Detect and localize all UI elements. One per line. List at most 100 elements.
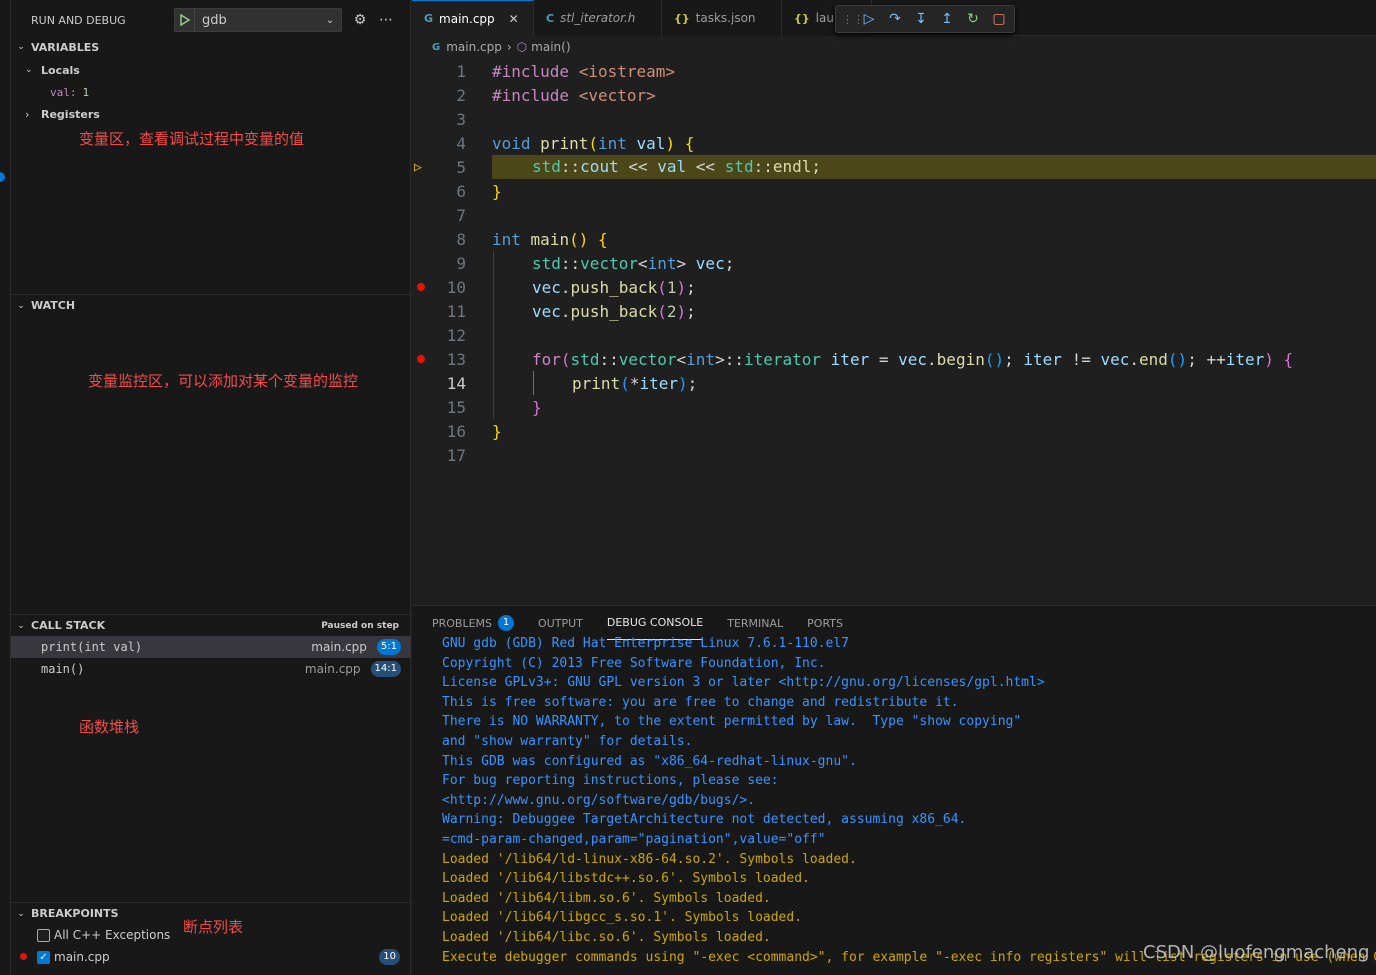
code-line: 4 void print(int val) {: [412, 131, 1376, 155]
callstack-frame[interactable]: main() main.cpp 14:1: [11, 658, 411, 680]
chevron-down-icon: ⌄: [17, 908, 25, 919]
drag-handle-icon[interactable]: ⋮⋮: [842, 13, 864, 26]
tab-ports[interactable]: PORTS: [807, 606, 843, 640]
code-line: 13 for(std::vector<int>::iterator iter = …: [412, 347, 1376, 371]
line-number-current: 14: [446, 373, 466, 393]
json-file-icon: {}: [674, 11, 690, 25]
breakpoint-dot-icon[interactable]: [417, 355, 425, 363]
console-line: Loaded '/lib64/libm.so.6'. Symbols loade…: [442, 890, 771, 906]
console-line: For bug reporting instructions, please s…: [442, 773, 779, 789]
stop-icon[interactable]: ▢: [986, 11, 1012, 27]
activity-bar: [0, 0, 11, 975]
cpp-file-icon: G: [432, 41, 441, 53]
code-line: 3: [412, 107, 1376, 131]
chevron-down-icon[interactable]: ⌄: [319, 15, 341, 26]
step-over-icon[interactable]: ↷: [882, 11, 908, 27]
function-symbol-icon: ⬡: [516, 40, 528, 54]
activity-indicator-icon: [0, 172, 5, 182]
watermark: CSDN @luofengmacheng: [1143, 942, 1370, 963]
problems-count-badge: 1: [498, 615, 515, 631]
checkbox-checked[interactable]: ✓: [37, 950, 50, 964]
line-number: 8: [456, 229, 466, 249]
indent-guide: [493, 251, 494, 419]
console-line: Loaded '/lib64/libgcc_s.so.1'. Symbols l…: [442, 910, 803, 926]
callstack-frame[interactable]: print(int val) main.cpp 5:1: [11, 636, 411, 658]
more-actions-icon[interactable]: ⋯: [373, 12, 399, 28]
breakpoint-count-badge: 10: [379, 949, 400, 965]
code-line: 8 int main() {: [412, 227, 1376, 251]
step-into-icon[interactable]: ↧: [908, 11, 934, 27]
line-number: 2: [456, 85, 466, 105]
chevron-right-icon: ›: [25, 107, 30, 121]
callstack-title: CALL STACK: [31, 619, 106, 632]
code-line: 12: [412, 323, 1376, 347]
continue-icon[interactable]: ▷: [856, 11, 882, 27]
watch-section-header[interactable]: ⌄ WATCH: [11, 294, 411, 316]
variable-name: val:: [50, 85, 77, 99]
debug-console-output[interactable]: GNU gdb (GDB) Red Hat Enterprise Linux 7…: [442, 636, 1376, 969]
callstack-annotation: 函数堆栈: [79, 718, 140, 736]
console-line: Loaded '/lib64/ld-linux-x86-64.so.2'. Sy…: [442, 851, 857, 867]
json-file-icon: {}: [794, 11, 810, 25]
tab-main-cpp[interactable]: G main.cpp ✕: [412, 0, 534, 36]
console-line: <http://www.gnu.org/software/gdb/bugs/>.: [442, 792, 756, 808]
checkbox[interactable]: [37, 928, 50, 942]
bottom-panel: PROBLEMS 1 OUTPUT DEBUG CONSOLE TERMINAL …: [412, 605, 1376, 975]
tab-stl-iterator[interactable]: C stl_iterator.h: [534, 0, 662, 36]
code-line: 6}: [412, 179, 1376, 203]
tab-output[interactable]: OUTPUT: [538, 606, 583, 640]
tab-problems[interactable]: PROBLEMS 1: [432, 606, 515, 640]
start-debugging-icon[interactable]: [175, 9, 195, 31]
breadcrumb-file[interactable]: main.cpp: [446, 40, 502, 54]
panel-tabs: PROBLEMS 1 OUTPUT DEBUG CONSOLE TERMINAL …: [412, 606, 1376, 640]
gear-icon[interactable]: ⚙: [347, 12, 373, 28]
c-header-file-icon: C: [546, 11, 555, 25]
locals-scope[interactable]: ⌄ Locals: [11, 59, 411, 81]
chevron-down-icon: ⌄: [17, 300, 25, 311]
callstack-section-header[interactable]: ⌄ CALL STACK Paused on step: [11, 614, 411, 636]
tab-tasks-json[interactable]: {} tasks.json: [662, 0, 782, 36]
console-line: and "show warranty" for details.: [442, 733, 693, 749]
debug-config-name: gdb: [202, 12, 227, 28]
editor-area: G main.cpp ✕ C stl_iterator.h {} tasks.j…: [412, 0, 1376, 605]
variables-section-header[interactable]: ⌄ VARIABLES: [11, 36, 411, 58]
line-number: 3: [456, 109, 466, 129]
chevron-right-icon: ›: [506, 40, 512, 54]
callstack-status: Paused on step: [321, 620, 399, 631]
line-number: 7: [456, 205, 466, 225]
breakpoint-item[interactable]: All C++ Exceptions: [11, 924, 411, 946]
debug-config-select[interactable]: gdb ⌄: [174, 8, 342, 32]
code-line: 9 std::vector<int> vec;: [412, 251, 1376, 275]
frame-position-badge: 14:1: [370, 661, 401, 677]
breakpoint-item[interactable]: ✓ main.cpp 10: [11, 946, 411, 968]
indent-guide: [533, 371, 534, 395]
restart-icon[interactable]: ↻: [960, 11, 986, 27]
code-line: 7: [412, 203, 1376, 227]
breadcrumb-symbol[interactable]: main(): [531, 40, 570, 54]
tab-debug-console[interactable]: DEBUG CONSOLE: [606, 606, 704, 640]
code-line: 1 #include <iostream>: [412, 59, 1376, 83]
code-line: 15}: [412, 395, 1376, 419]
debug-toolbar: ⋮⋮ ▷ ↷ ↧ ↥ ↻ ▢: [835, 5, 1015, 33]
code-line: 17: [412, 443, 1376, 467]
variable-value: 1: [82, 85, 90, 99]
line-number: 12: [446, 325, 466, 345]
console-line: =cmd-param-changed,param="pagination",va…: [442, 831, 826, 847]
variable-row[interactable]: val: 1: [11, 81, 411, 103]
console-line: License GPLv3+: GNU GPL version 3 or lat…: [442, 675, 1045, 691]
line-number: 15: [446, 397, 466, 417]
registers-scope[interactable]: › Registers: [11, 103, 411, 125]
breakpoint-dot-icon: [20, 953, 27, 960]
close-icon[interactable]: ✕: [509, 12, 519, 26]
tab-label: main.cpp: [439, 11, 495, 26]
cpp-file-icon: G: [424, 12, 434, 25]
step-out-icon[interactable]: ↥: [934, 11, 960, 27]
line-number: 9: [456, 253, 466, 273]
tab-terminal[interactable]: TERMINAL: [727, 606, 783, 640]
breakpoint-dot-icon[interactable]: [417, 283, 425, 291]
code-line: 16}: [412, 419, 1376, 443]
breakpoint-label: main.cpp: [54, 950, 110, 964]
frame-name: print(int val): [41, 640, 143, 654]
line-number: 17: [446, 445, 466, 465]
chevron-down-icon: ⌄: [17, 620, 25, 631]
